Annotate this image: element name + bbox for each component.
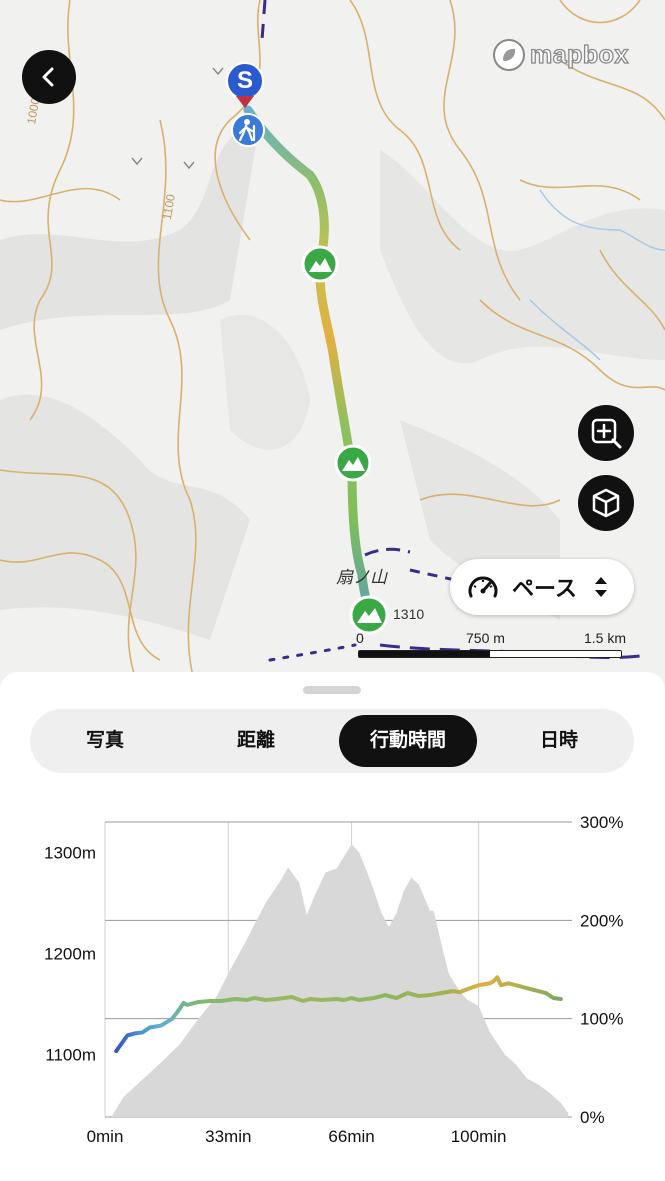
y-left-tick-label: 1200m	[44, 944, 96, 963]
scale-end: 1.5 km	[583, 630, 626, 646]
peak-marker-icon[interactable]	[334, 444, 372, 482]
map-view[interactable]: 1000 1100 S 扇ノ山 1310 mapbox ペース 0 750 m …	[0, 0, 665, 700]
y-right-tick-label: 0%	[580, 1108, 605, 1127]
elevation-chart[interactable]: 1300m 1200m 1100m 300% 200% 100% 0% 0min 33min 66…	[0, 812, 665, 1152]
scale-mid: 750 m	[466, 630, 505, 646]
chevron-left-icon	[42, 67, 54, 87]
mapbox-attribution: mapbox	[529, 40, 629, 69]
3d-cube-icon	[592, 488, 620, 518]
pace-selector[interactable]: ペース	[450, 559, 634, 615]
mapbox-logo-icon	[493, 39, 525, 71]
x-tick-label: 66min	[328, 1127, 374, 1146]
back-button[interactable]	[22, 50, 76, 104]
tab-datetime[interactable]: 日時	[490, 715, 628, 767]
pace-label: ペース	[512, 576, 577, 601]
tab-photo[interactable]: 写真	[36, 715, 174, 767]
peak-elevation-label: 1310	[393, 606, 425, 622]
3d-view-button[interactable]	[578, 475, 634, 531]
tab-activity-time[interactable]: 行動時間	[339, 715, 477, 767]
segmented-tabs: 写真 距離 行動時間 日時	[30, 709, 634, 773]
zoom-in-icon	[591, 418, 622, 449]
start-marker[interactable]: S	[226, 62, 264, 100]
scale-bar-graphic	[358, 650, 622, 658]
x-tick-label: 33min	[205, 1127, 251, 1146]
peak-name-label: 扇ノ山	[336, 568, 387, 587]
bottom-sheet: 写真 距離 行動時間 日時 1300m 1200m 1100m 300% 200% 100…	[0, 672, 665, 1181]
speedometer-icon	[468, 576, 498, 598]
sheet-grabber[interactable]	[303, 686, 361, 694]
y-right-tick-label: 200%	[580, 911, 623, 930]
hiker-marker-icon[interactable]	[230, 112, 266, 148]
peak-marker-icon[interactable]	[301, 245, 339, 283]
y-left-tick-label: 1300m	[44, 843, 96, 862]
mapbox-logo: mapbox	[492, 38, 629, 72]
y-left-tick-label: 1100m	[45, 1045, 96, 1064]
x-tick-label: 0min	[87, 1127, 124, 1146]
start-marker-letter: S	[236, 67, 253, 94]
y-right-tick-label: 300%	[580, 813, 623, 832]
y-right-tick-label: 100%	[580, 1010, 623, 1029]
sort-arrows-icon	[594, 577, 607, 597]
x-tick-label: 100min	[451, 1127, 507, 1146]
peak-marker-icon[interactable]	[349, 595, 389, 635]
start-pin-tip-icon	[236, 96, 254, 108]
scale-bar: 0 750 m 1.5 km	[356, 630, 626, 660]
scale-start: 0	[356, 630, 364, 646]
tab-distance[interactable]: 距離	[185, 715, 327, 767]
zoom-button[interactable]	[578, 405, 634, 461]
